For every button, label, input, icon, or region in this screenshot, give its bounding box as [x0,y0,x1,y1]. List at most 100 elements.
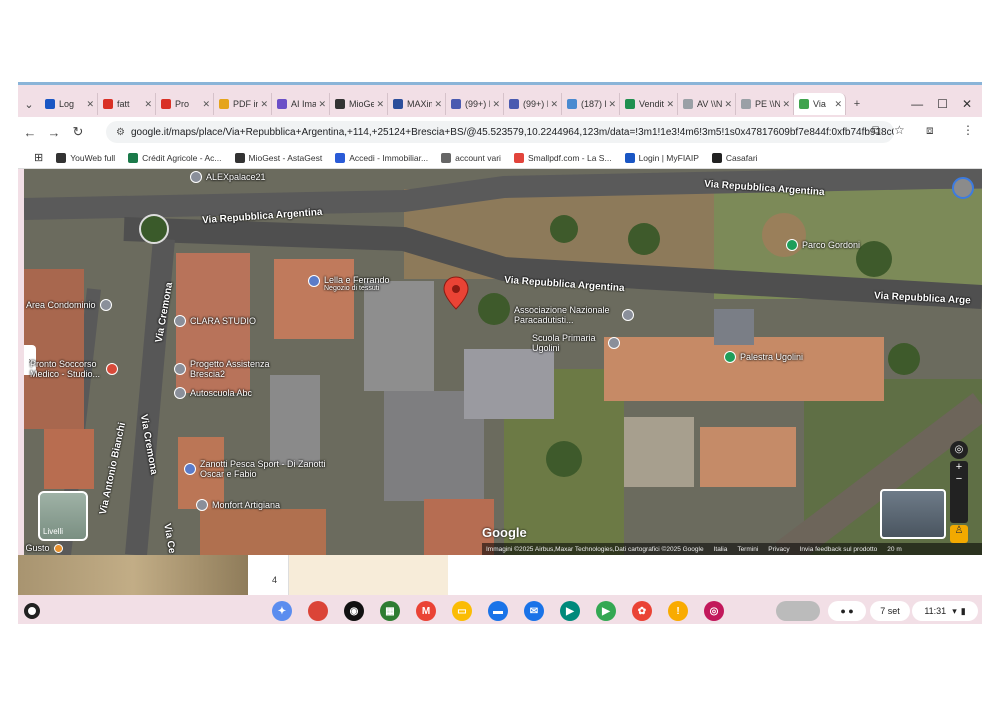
account-avatar[interactable] [952,177,974,199]
messages-app-icon[interactable]: ✉ [524,601,544,621]
address-bar[interactable]: ⚙ google.it/maps/place/Via+Repubblica+Ar… [106,121,894,143]
map-poi[interactable]: Progetto Assistenza Brescia2 [174,359,284,379]
tab[interactable]: MioGes✕ [330,93,388,115]
launcher-button[interactable] [24,603,40,619]
map-poi[interactable]: ALEXpalace21 [190,171,266,183]
meet-app-icon[interactable]: ▶ [560,601,580,621]
map-poi[interactable]: Autoscuola Abc [174,387,252,399]
gmail-app-icon[interactable]: M [416,601,436,621]
tab[interactable]: Pro ✕ [156,93,214,115]
tab[interactable]: (99+) L✕ [504,93,562,115]
map-poi[interactable]: n Gusto [24,543,67,553]
files-app-icon[interactable]: ▬ [488,601,508,621]
bookmark-star-icon[interactable]: ☆ [894,123,905,137]
tab[interactable]: PE \\NE✕ [736,93,794,115]
tab-close-icon[interactable]: ✕ [782,99,790,110]
layers-button[interactable]: Livelli [38,491,88,541]
minimize-icon[interactable]: — [911,97,923,111]
attrib-link[interactable]: Privacy [768,546,789,553]
extensions-icon[interactable]: ⧈ [926,123,934,138]
apps-app-icon[interactable]: ▦ [380,601,400,621]
maximize-icon[interactable]: ☐ [937,97,948,111]
street-view-thumbnail[interactable] [880,489,946,539]
tab[interactable]: Log ✕ [40,93,98,115]
tab-close-icon[interactable]: ✕ [202,99,210,110]
my-location-icon[interactable]: ◎ [950,441,968,459]
tab-close-icon[interactable]: ✕ [834,99,842,110]
map-poi[interactable]: CLARA STUDIO [174,315,256,327]
map-poi[interactable]: Parco Gordoni [786,239,860,251]
new-tab-button[interactable]: + [846,94,868,114]
keep-app-icon[interactable]: ! [668,601,688,621]
map-poi[interactable]: Lella e Ferrando Negozio di tessuti [308,275,390,292]
play-app-icon[interactable]: ▶ [596,601,616,621]
status-tray[interactable]: 11:31 ▾ ▮ [912,601,978,621]
site-info-icon[interactable]: ⚙ [116,127,125,138]
media-tray[interactable]: ● ● [828,601,866,621]
apps-grid-icon[interactable]: ⊞ [34,151,43,164]
tab[interactable]: Vendita✕ [620,93,678,115]
attrib-link[interactable]: Italia [714,546,728,553]
tab-close-icon[interactable]: ✕ [86,99,94,110]
menu-kebab-icon[interactable]: ⋮ [962,123,974,137]
map-poi[interactable]: Monfort Artigiana [196,499,280,511]
tab[interactable]: MAXim✕ [388,93,446,115]
camera-app-icon[interactable]: ◎ [704,601,724,621]
bookmark-item[interactable]: YouWeb full [56,152,115,163]
bookmark-item[interactable]: Login | MyFIAIP [624,152,699,163]
photos-app-icon[interactable]: ✿ [632,601,652,621]
bookmark-item[interactable]: Crédit Agricole - Ac... [128,152,222,163]
map-poi[interactable]: Zanotti Pesca Sport - Di Zanotti Oscar e… [184,459,334,479]
zoom-in-button[interactable]: + [950,461,968,473]
tab-close-icon[interactable]: ✕ [260,99,268,110]
tab-close-icon[interactable]: ✕ [608,99,616,110]
map-poi[interactable]: Associazione Nazionale Paracadutisti... [514,305,638,325]
tab-title: AI Imag [291,99,316,109]
place-panel-preview: 4 [18,555,982,595]
tab-close-icon[interactable]: ✕ [666,99,674,110]
forward-icon[interactable]: → [42,125,66,140]
bookmark-item[interactable]: Smallpdf.com - La S... [513,152,612,163]
map-poi[interactable]: Palestra Ugolini [724,351,803,363]
tab[interactable]: Via ✕ [794,93,846,115]
bookmark-item[interactable]: Accedi - Immobiliar... [335,152,429,163]
tab[interactable]: AV \\NE✕ [678,93,736,115]
reload-icon[interactable]: ↻ [66,124,90,140]
bookmark-item[interactable]: Casafari [711,152,758,163]
tab[interactable]: PDF in ✕ [214,93,272,115]
classroom-app-icon[interactable]: ▭ [452,601,472,621]
bookmark-item[interactable]: account vari [441,152,501,163]
zoom-out-button[interactable]: − [950,473,968,485]
install-icon[interactable]: ⧉ [872,123,881,138]
gemini-app-icon[interactable]: ✦ [272,601,292,621]
tab-close-icon[interactable]: ✕ [724,99,732,110]
podcast-app-icon[interactable]: ◉ [344,601,364,621]
tab-close-icon[interactable]: ✕ [434,99,442,110]
close-window-icon[interactable]: ✕ [962,97,972,111]
map-poi[interactable]: Pronto Soccorso Medico - Studio... [30,359,122,379]
map-poi[interactable]: Scuola Primaria Ugolini [532,333,624,353]
attrib-link[interactable]: Termini [737,546,758,553]
map-poi[interactable]: Area Condominio [26,299,112,311]
tab[interactable]: AI Imag✕ [272,93,330,115]
chrome-app-icon[interactable] [308,601,328,621]
tab-close-icon[interactable]: ✕ [144,99,152,110]
date-tray[interactable]: 7 set [870,601,910,621]
tab-close-icon[interactable]: ✕ [492,99,500,110]
tab-close-icon[interactable]: ✕ [550,99,558,110]
place-photo[interactable] [18,555,248,595]
tab[interactable]: (99+) L✕ [446,93,504,115]
tab[interactable]: (187) R✕ [562,93,620,115]
place-card[interactable] [288,555,448,595]
tab-close-icon[interactable]: ✕ [318,99,326,110]
tab-search-chevron-icon[interactable]: ⌄ [18,94,40,114]
bookmark-item[interactable]: MioGest - AstaGest [234,152,322,163]
pegman-icon[interactable]: ♙ [950,525,968,543]
satellite-map[interactable]: › Via Repubblica Argentina Via Repubblic… [24,169,982,555]
back-icon[interactable]: ← [18,125,42,140]
bookmark-label: Accedi - Immobiliar... [349,152,429,163]
tote-tray[interactable] [776,601,820,621]
tab-close-icon[interactable]: ✕ [376,99,384,110]
tab[interactable]: fatt ✕ [98,93,156,115]
attrib-link[interactable]: Invia feedback sul prodotto [800,546,878,553]
